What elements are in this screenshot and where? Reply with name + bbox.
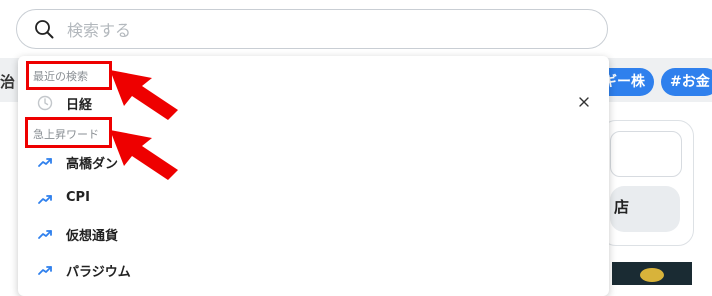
category-bar-text: 治: [0, 73, 16, 91]
trending-up-icon: [38, 230, 52, 239]
highlight-box-trending: [25, 117, 112, 148]
trending-up-icon: [38, 195, 52, 204]
trending-item[interactable]: CPI: [18, 182, 609, 216]
search-input[interactable]: [65, 15, 589, 45]
side-card-input[interactable]: [610, 131, 682, 177]
thumbnail-image-highlight: [640, 268, 664, 282]
trending-item-label: 仮想通貨: [66, 229, 119, 244]
recent-search-label: 日経: [66, 98, 93, 113]
trending-item-label: パラジウム: [66, 265, 131, 280]
annotation-arrow-icon: [110, 70, 178, 120]
trending-up-icon: [38, 158, 52, 167]
close-icon[interactable]: [575, 93, 593, 111]
trending-item[interactable]: パラジウム: [18, 253, 609, 287]
clock-icon: [37, 95, 53, 111]
tag-money[interactable]: #お金: [661, 68, 712, 96]
trending-item[interactable]: 仮想通貨: [18, 217, 609, 251]
annotation-arrow-icon: [110, 130, 178, 180]
trending-item-label: CPI: [66, 190, 90, 205]
trending-up-icon: [38, 266, 52, 275]
side-card-button-label: 店: [614, 198, 630, 216]
search-icon: [35, 20, 54, 39]
search-field[interactable]: [16, 9, 608, 49]
